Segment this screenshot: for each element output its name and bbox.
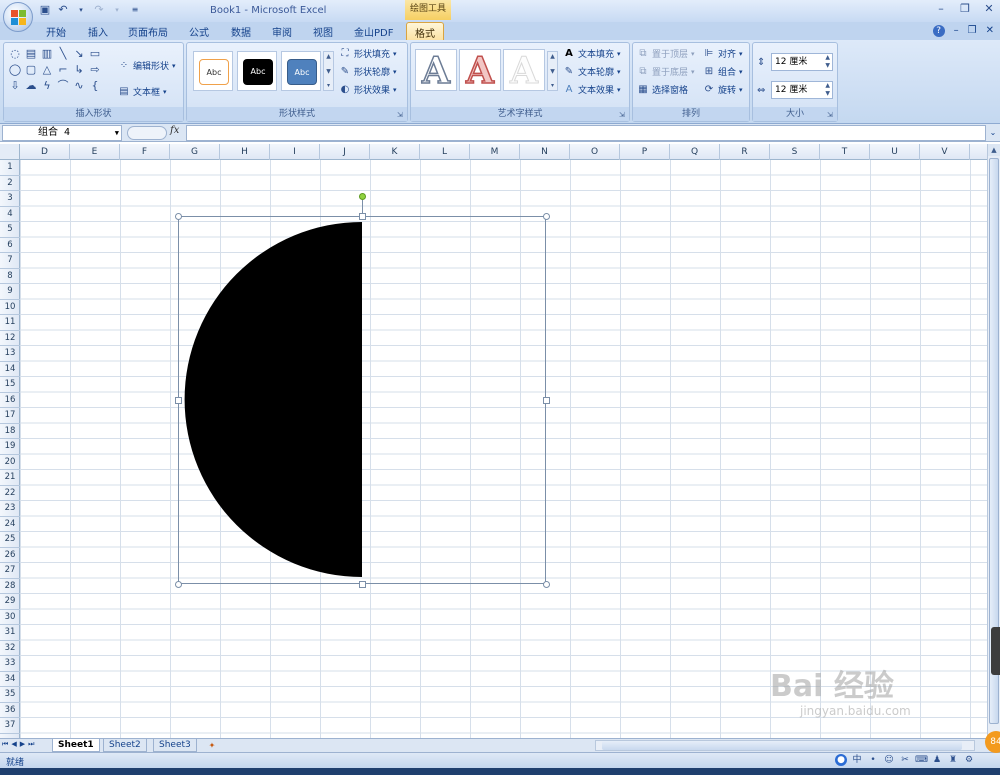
horizontal-scrollbar[interactable]: [595, 740, 975, 751]
office-button[interactable]: [3, 2, 33, 32]
emoji-icon[interactable]: ☺: [883, 754, 895, 766]
resize-handle-e[interactable]: [543, 397, 550, 404]
resize-handle-w[interactable]: [175, 397, 182, 404]
punctuation-icon[interactable]: •: [867, 754, 879, 766]
watermark-main: Bai 经验: [770, 669, 894, 704]
sheet-tab-bar: ⏮ ◀ ▶ ⏭ Sheet1 Sheet2 Sheet3 ✦: [0, 738, 1000, 752]
office-logo-icon: [11, 10, 26, 25]
insert-sheet-icon[interactable]: ✦: [205, 740, 219, 751]
ime-language-label[interactable]: 中: [851, 754, 863, 766]
resize-handle-sw[interactable]: [175, 581, 182, 588]
keyboard-icon[interactable]: ⌨: [915, 754, 928, 766]
rotation-handle[interactable]: [359, 193, 366, 200]
selection-box: [178, 216, 546, 584]
shirt-icon[interactable]: ♜: [947, 754, 959, 766]
prev-sheet-icon[interactable]: ◀: [11, 740, 16, 749]
sheet-tab-1[interactable]: Sheet1: [52, 739, 100, 752]
next-sheet-icon[interactable]: ▶: [20, 740, 25, 749]
scroll-up-icon[interactable]: ▲: [988, 144, 1000, 156]
status-text: 就绪: [6, 758, 25, 768]
resize-handle-ne[interactable]: [543, 213, 550, 220]
ime-toolbar: ● 中 • ☺ ✂ ⌨ ♟ ♜ ⚙: [835, 754, 975, 766]
user-icon[interactable]: ♟: [931, 754, 943, 766]
sheet-tab-3[interactable]: Sheet3: [153, 739, 197, 752]
settings-icon[interactable]: ⚙: [963, 754, 975, 766]
ime-logo-icon[interactable]: ●: [835, 754, 847, 766]
resize-handle-se[interactable]: [543, 581, 550, 588]
tools-icon[interactable]: ✂: [899, 754, 911, 766]
taskbar: [0, 768, 1000, 775]
first-sheet-icon[interactable]: ⏮: [2, 740, 8, 749]
status-bar: 就绪 ● 中 • ☺ ✂ ⌨ ♟ ♜ ⚙: [0, 752, 1000, 768]
last-sheet-icon[interactable]: ⏭: [28, 740, 34, 749]
resize-handle-n[interactable]: [359, 213, 366, 220]
sheet-tab-2[interactable]: Sheet2: [103, 739, 147, 752]
side-widget[interactable]: [991, 627, 1000, 675]
notification-badge[interactable]: 84: [985, 731, 1000, 753]
sheet-nav: ⏮ ◀ ▶ ⏭: [2, 740, 34, 749]
resize-handle-nw[interactable]: [175, 213, 182, 220]
resize-handle-s[interactable]: [359, 581, 366, 588]
horizontal-scroll-thumb[interactable]: [602, 741, 962, 750]
watermark: Bai 经验 jingyan.baidu.com: [770, 669, 911, 719]
watermark-sub: jingyan.baidu.com: [800, 704, 911, 718]
